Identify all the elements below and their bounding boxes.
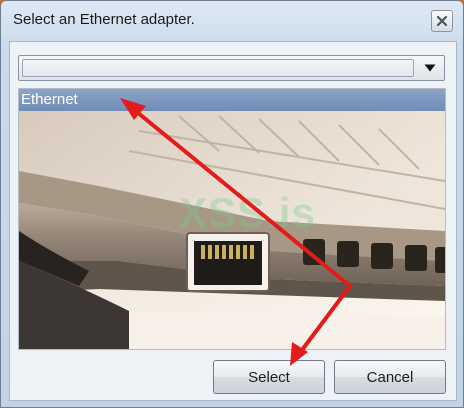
adapter-dropdown-value[interactable] [22,59,414,77]
adapter-dropdown[interactable] [18,55,445,81]
dropdown-button[interactable] [418,58,442,78]
cancel-button[interactable]: Cancel [334,360,446,394]
laptop-ethernet-port-image [19,111,445,349]
dialog-title: Select an Ethernet adapter. [13,11,195,28]
adapter-dialog: Select an Ethernet adapter. Ethernet XSS… [0,0,464,408]
adapter-list[interactable]: Ethernet XSS.is [18,88,446,350]
close-button[interactable] [431,10,453,32]
close-icon [436,15,448,27]
select-button[interactable]: Select [213,360,325,394]
list-item-ethernet[interactable]: Ethernet [19,89,445,111]
chevron-down-icon [424,64,436,72]
list-item-label: Ethernet [21,91,78,108]
title-bar[interactable]: Select an Ethernet adapter. [1,1,463,39]
dialog-content: Ethernet XSS.is Select Cancel [9,41,457,401]
